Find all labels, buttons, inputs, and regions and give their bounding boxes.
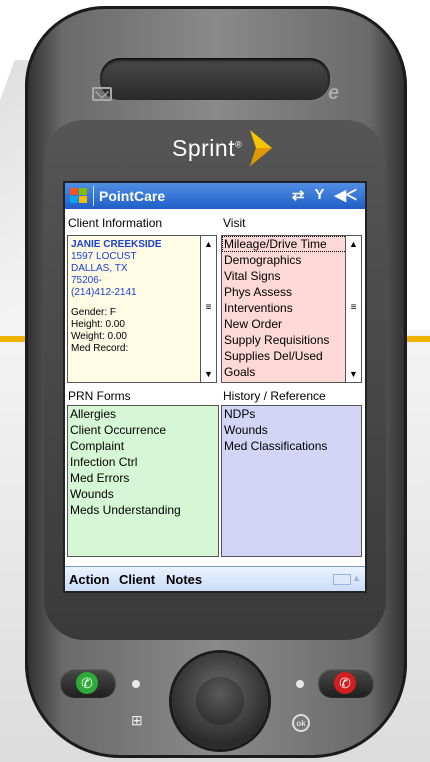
prn-item-client-occurrence[interactable]: Client Occurrence xyxy=(68,422,218,438)
windows-key-icon[interactable]: ⊞ xyxy=(131,712,143,729)
history-item-med-classifications[interactable]: Med Classifications xyxy=(222,438,361,454)
client-info-panel[interactable]: JANIE CREEKSIDE 1597 LOCUST DALLAS, TX 7… xyxy=(67,235,217,383)
right-softkey-dot[interactable] xyxy=(296,680,304,688)
visit-item-new-order[interactable]: New Order xyxy=(222,316,361,332)
visit-scrollbar[interactable]: ▲ ≡ ▼ xyxy=(345,236,361,382)
client-height: Height: 0.00 xyxy=(71,319,125,330)
volume-icon[interactable]: ◀ᐸ xyxy=(335,186,357,204)
visit-item-supplies-del-used[interactable]: Supplies Del/Used xyxy=(222,348,361,364)
keyboard-icon[interactable] xyxy=(333,574,351,585)
history-label: History / Reference xyxy=(223,389,326,403)
client-name: JANIE CREEKSIDE xyxy=(71,239,162,250)
brand-name: Sprint® xyxy=(172,135,243,161)
visit-item-vital-signs[interactable]: Vital Signs xyxy=(222,268,361,284)
internet-explorer-icon[interactable]: e xyxy=(328,82,339,105)
visit-list[interactable]: Mileage/Drive Time Demographics Vital Si… xyxy=(221,235,362,383)
earpiece-speaker xyxy=(100,58,330,100)
visit-label: Visit xyxy=(223,216,246,230)
signal-icon[interactable]: Y xyxy=(315,186,325,204)
title-separator xyxy=(93,186,94,206)
prn-item-complaint[interactable]: Complaint xyxy=(68,438,218,454)
scroll-up-icon[interactable]: ▲ xyxy=(346,236,361,252)
left-softkey-dot[interactable] xyxy=(132,680,140,688)
app-title: PointCare xyxy=(99,188,166,204)
scroll-down-icon[interactable]: ▼ xyxy=(346,366,361,382)
prn-forms-list[interactable]: Allergies Client Occurrence Complaint In… xyxy=(67,405,219,557)
prn-item-wounds[interactable]: Wounds xyxy=(68,486,218,502)
client-softkey[interactable]: Client xyxy=(119,572,155,587)
scroll-down-icon[interactable]: ▼ xyxy=(201,366,216,382)
status-icons: ⇄ Y ◀ᐸ xyxy=(292,186,357,204)
prn-item-meds-understanding[interactable]: Meds Understanding xyxy=(68,502,218,518)
device-screen: PointCare ⇄ Y ◀ᐸ Client Information Visi… xyxy=(65,183,365,591)
mail-icon[interactable] xyxy=(92,87,112,101)
scroll-up-icon[interactable]: ▲ xyxy=(201,236,216,252)
client-info-label: Client Information xyxy=(68,216,163,230)
phone-hangup-icon: ✆ xyxy=(334,672,356,694)
scroll-thumb[interactable]: ≡ xyxy=(346,301,361,317)
ok-button[interactable]: ok xyxy=(292,714,310,732)
history-item-wounds[interactable]: Wounds xyxy=(222,422,361,438)
client-med-record: Med Record: xyxy=(71,343,129,354)
softkey-bar: Action Client Notes ▲ xyxy=(65,566,365,591)
prn-item-med-errors[interactable]: Med Errors xyxy=(68,470,218,486)
client-scrollbar[interactable]: ▲ ≡ ▼ xyxy=(200,236,216,382)
visit-item-demographics[interactable]: Demographics xyxy=(222,252,361,268)
title-bar: PointCare ⇄ Y ◀ᐸ xyxy=(65,183,365,209)
dpad-center-button[interactable] xyxy=(196,677,244,725)
client-gender: Gender: F xyxy=(71,307,117,318)
prn-forms-label: PRN Forms xyxy=(68,389,131,403)
notes-softkey[interactable]: Notes xyxy=(166,572,202,587)
call-button[interactable]: ✆ xyxy=(60,668,116,698)
visit-item-phys-assess[interactable]: Phys Assess xyxy=(222,284,361,300)
navigation-dpad[interactable] xyxy=(172,653,268,749)
client-phone: (214)412-2141 xyxy=(71,287,137,298)
keyboard-caret-icon[interactable]: ▲ xyxy=(352,573,361,583)
end-call-button[interactable]: ✆ xyxy=(318,668,374,698)
visit-item-goals[interactable]: Goals xyxy=(222,364,361,380)
history-item-ndps[interactable]: NDPs xyxy=(222,406,361,422)
client-weight: Weight: 0.00 xyxy=(71,331,127,342)
windows-start-icon[interactable] xyxy=(68,185,90,207)
client-address-line: DALLAS, TX xyxy=(71,263,128,274)
visit-item-supply-requisitions[interactable]: Supply Requisitions xyxy=(222,332,361,348)
prn-item-allergies[interactable]: Allergies xyxy=(68,406,218,422)
action-softkey[interactable]: Action xyxy=(69,572,109,587)
visit-item-mileage[interactable]: Mileage/Drive Time xyxy=(222,236,361,252)
prn-item-infection-ctrl[interactable]: Infection Ctrl xyxy=(68,454,218,470)
visit-item-interventions[interactable]: Interventions xyxy=(222,300,361,316)
phone-answer-icon: ✆ xyxy=(76,672,98,694)
connectivity-icon[interactable]: ⇄ xyxy=(292,186,305,204)
client-address-line: 1597 LOCUST xyxy=(71,251,137,262)
scroll-thumb[interactable]: ≡ xyxy=(201,301,216,317)
client-address-line: 75206- xyxy=(71,275,103,286)
sprint-logo xyxy=(250,130,272,166)
history-list[interactable]: NDPs Wounds Med Classifications xyxy=(221,405,362,557)
